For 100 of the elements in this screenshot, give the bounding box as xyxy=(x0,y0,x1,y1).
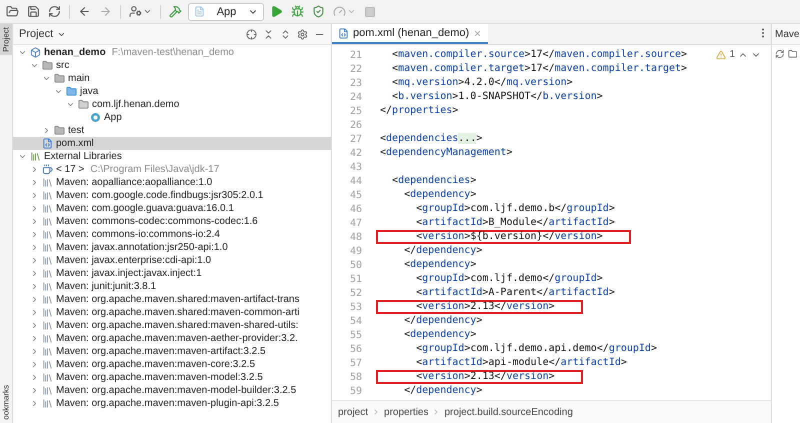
line-number: 59 xyxy=(348,386,363,396)
code-line: <maven.compiler.source>17</maven.compiler.source> xyxy=(391,50,688,60)
breadcrumb[interactable]: project xyxy=(338,406,368,418)
settings-icon[interactable] xyxy=(297,28,308,40)
code-line: <dependency> xyxy=(403,190,476,200)
chevron-down-icon[interactable] xyxy=(66,100,74,109)
breadcrumb[interactable]: properties xyxy=(384,406,428,418)
line-number: 24 xyxy=(348,92,363,102)
tree-item[interactable]: App xyxy=(13,111,331,124)
folder-icon xyxy=(42,60,53,71)
code-line: <dependencies> xyxy=(391,176,476,186)
tree-item-label: Maven: javax.enterprise:cdi-api:1.0 xyxy=(56,255,212,266)
tree-item[interactable]: pom.xml xyxy=(13,137,331,150)
tree-item-label: Maven: javax.inject:javax.inject:1 xyxy=(56,268,202,279)
tree-item-label: Maven: org.apache.maven:maven-model:3.2.5 xyxy=(56,372,263,383)
library-icon xyxy=(42,242,53,253)
line-number: 49 xyxy=(348,246,363,256)
tree-item[interactable]: Maven: org.apache.maven:maven-aether-provider:3.2. xyxy=(13,332,331,345)
tree-item-path: C:\Program Files\Java\jdk-17 xyxy=(90,164,220,175)
refresh-icon[interactable] xyxy=(775,49,784,59)
code-line: </dependency> xyxy=(403,386,482,396)
tree-item[interactable]: Maven: com.google.code.findbugs:jsr305:2.0.1 xyxy=(13,189,331,202)
line-number: 53 xyxy=(348,302,363,312)
tree-item[interactable]: main xyxy=(13,72,331,85)
line-number: 56 xyxy=(348,344,363,354)
library-icon xyxy=(42,372,53,383)
tree-item[interactable]: src xyxy=(13,59,331,72)
code-line: </dependency> xyxy=(403,316,482,326)
tree-item[interactable]: Maven: commons-codec:commons-codec:1.6 xyxy=(13,215,331,228)
tree-item-label: External Libraries xyxy=(44,151,122,162)
code-line: <mq.version>4.2.0</mq.version> xyxy=(391,78,573,88)
tree-item[interactable]: Maven: javax.enterprise:cdi-api:1.0 xyxy=(13,254,331,267)
tree-item[interactable]: java xyxy=(13,85,331,98)
close-icon[interactable] xyxy=(473,28,482,38)
tree-item[interactable]: Maven: commons-io:commons-io:2.4 xyxy=(13,228,331,241)
chevron-down-icon[interactable] xyxy=(18,152,26,161)
tree-item-label: Maven: org.apache.maven:maven-model-builder:3.2.5 xyxy=(56,385,296,396)
tree-item[interactable]: Maven: aopalliance:aopalliance:1.0 xyxy=(13,176,331,189)
line-number: 25 xyxy=(348,106,363,116)
tree-item[interactable]: Maven: javax.inject:javax.inject:1 xyxy=(13,267,331,280)
tree-item-label: Maven: com.google.code.findbugs:jsr305:2.0.1 xyxy=(56,190,264,201)
tree-item[interactable]: com.ljf.henan.demo xyxy=(13,98,331,111)
tree-item[interactable]: henan_demo F:\maven-test\henan_demo xyxy=(13,46,331,59)
tree-item-label: Maven: aopalliance:aopalliance:1.0 xyxy=(56,177,212,188)
library-icon xyxy=(42,294,53,305)
library-icon xyxy=(42,190,53,201)
library-icon xyxy=(42,203,53,214)
tool-window-tab[interactable]: ookmarks xyxy=(0,382,12,423)
tree-item[interactable]: Maven: org.apache.maven.shared:maven-artifact-trans xyxy=(13,293,331,306)
code-line: <groupId>com.ljf.demo.api.demo</groupId> xyxy=(415,344,657,354)
tree-item[interactable]: < 17 > C:\Program Files\Java\jdk-17 xyxy=(13,163,331,176)
tree-item-label: Maven: javax.annotation:jsr250-api:1.0 xyxy=(56,242,228,253)
library-icon xyxy=(42,320,53,331)
line-number: 21 xyxy=(348,50,363,60)
inspection-widget[interactable]: 1 xyxy=(716,49,761,60)
tree-item-label: java xyxy=(80,86,98,97)
code-line: <artifactId>api-module</artifactId> xyxy=(415,358,627,368)
code-line: <artifactId>B_Module</artifactId> xyxy=(415,218,615,228)
line-number: 43 xyxy=(348,162,363,172)
project-view-dropdown[interactable]: Project xyxy=(19,28,66,40)
tree-item[interactable]: Maven: org.apache.maven.shared:maven-shared-utils: xyxy=(13,319,331,332)
locate-icon[interactable] xyxy=(246,28,257,40)
tool-window-tab[interactable]: Project xyxy=(0,24,12,55)
tree-item[interactable]: External Libraries xyxy=(13,150,331,163)
tree-item-label: test xyxy=(68,125,84,136)
code-line: <groupId>com.ljf.demo.b</groupId> xyxy=(415,204,615,214)
folder-icon[interactable] xyxy=(788,49,797,59)
code-line: </dependency> xyxy=(403,246,482,256)
run-configuration-dropdown[interactable]: App xyxy=(188,2,264,20)
library-icon xyxy=(42,346,53,357)
line-number: 45 xyxy=(348,190,363,200)
tree-item[interactable]: Maven: javax.annotation:jsr250-api:1.0 xyxy=(13,241,331,254)
chevron-down-icon[interactable] xyxy=(18,48,26,57)
tree-item-label: Maven: org.apache.maven:maven-aether-provider:3.2. xyxy=(56,333,298,344)
tree-item[interactable]: Maven: org.apache.maven.shared:maven-common-arti xyxy=(13,306,331,319)
chevron-down-icon[interactable] xyxy=(42,74,50,83)
chevron-down-icon[interactable] xyxy=(30,61,38,70)
tree-item-label: Maven: commons-io:commons-io:2.4 xyxy=(56,229,220,240)
tree-item[interactable]: Maven: com.google.guava:guava:16.0.1 xyxy=(13,202,331,215)
tree-item[interactable]: Maven: org.apache.maven:maven-model-builder:3.2.5 xyxy=(13,384,331,397)
folder-icon xyxy=(54,125,65,136)
tree-item[interactable]: test xyxy=(13,124,331,137)
line-number: 22 xyxy=(348,64,363,74)
library-icon xyxy=(42,229,53,240)
tree-item[interactable]: Maven: junit:junit:3.8.1 xyxy=(13,280,331,293)
tree-item-label: Maven: com.google.guava:guava:16.0.1 xyxy=(56,203,234,214)
editor-tab[interactable]: pom.xml (henan_demo) xyxy=(332,24,488,44)
code-line: <dependencies...> xyxy=(379,134,482,144)
code-line: <artifactId>A-Parent</artifactId> xyxy=(415,288,615,298)
breadcrumb[interactable]: project.build.sourceEncoding xyxy=(444,406,573,418)
chevron-down-icon[interactable] xyxy=(54,87,62,96)
line-number: 42 xyxy=(348,148,363,158)
tree-item[interactable]: Maven: org.apache.maven:maven-core:3.2.5 xyxy=(13,358,331,371)
tree-item[interactable]: Maven: org.apache.maven:maven-plugin-api:3.2.5 xyxy=(13,397,331,410)
expand-all-icon[interactable] xyxy=(280,28,291,40)
collapse-all-icon[interactable] xyxy=(263,28,274,40)
tree-item[interactable]: Maven: org.apache.maven:maven-artifact:3.2.5 xyxy=(13,345,331,358)
tree-item[interactable]: Maven: org.apache.maven:maven-model:3.2.5 xyxy=(13,371,331,384)
folder-icon xyxy=(66,86,77,97)
tree-item-label: henan_demo xyxy=(44,47,106,58)
